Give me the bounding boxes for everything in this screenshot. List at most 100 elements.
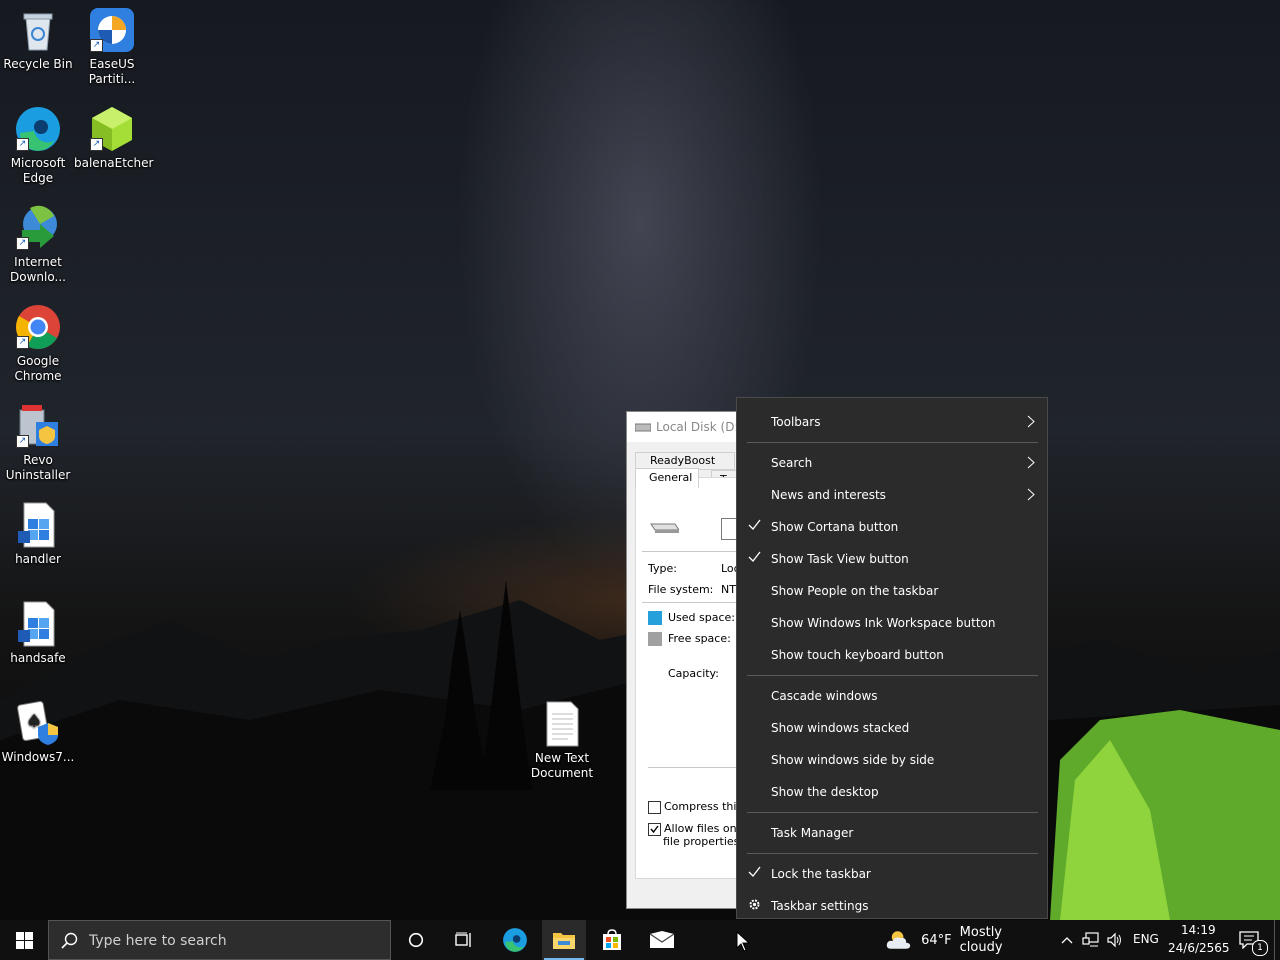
desktop-icon-handsafe[interactable]: handsafe <box>0 600 76 666</box>
desktop-icon-windows7-games[interactable]: ♠ Windows7... <box>0 699 76 765</box>
news-and-interests-widget[interactable]: 64°F Mostly cloudy <box>886 920 1046 960</box>
network-button[interactable] <box>1080 920 1102 960</box>
task-view-button[interactable] <box>442 920 486 960</box>
shortcut-arrow-icon: ↗ <box>16 138 29 151</box>
dialog-title: Local Disk (D:) P <box>656 420 739 434</box>
tab-general[interactable]: General <box>635 468 699 488</box>
recycle-bin-icon <box>14 6 62 54</box>
speaker-volume-icon <box>1107 932 1121 948</box>
chevron-up-icon <box>1061 937 1073 944</box>
desktop-icon-edge[interactable]: ↗ Microsoft Edge <box>0 105 76 186</box>
menu-item-show-windows-stacked[interactable]: Show windows stacked <box>737 712 1047 744</box>
desktop-icon-handler[interactable]: handler <box>0 501 76 567</box>
menu-item-lock-the-taskbar[interactable]: Lock the taskbar <box>737 858 1047 890</box>
compress-checkbox[interactable] <box>648 800 661 814</box>
divider <box>642 602 739 603</box>
menu-separator <box>747 675 1038 676</box>
menu-item-task-manager[interactable]: Task Manager <box>737 817 1047 849</box>
desktop-icon-chrome[interactable]: ↗ Google Chrome <box>0 303 76 384</box>
taskbar-edge-button[interactable] <box>493 920 537 960</box>
weather-partly-cloudy-icon <box>886 931 911 949</box>
menu-item-label: Show People on the taskbar <box>771 584 939 598</box>
edge-icon <box>503 928 527 952</box>
desktop-icon-label: Windows7... <box>1 750 75 764</box>
tab-label: ReadyBoost <box>650 454 716 467</box>
divider <box>642 551 739 552</box>
shortcut-arrow-icon: ↗ <box>16 237 29 250</box>
volume-button[interactable] <box>1104 920 1126 960</box>
shortcut-arrow-icon: ↗ <box>16 336 29 349</box>
menu-item-label: Lock the taskbar <box>771 867 871 881</box>
file-system-label: File system: <box>648 583 714 596</box>
weather-temperature: 64°F <box>921 932 952 948</box>
desktop-icon-revo-uninstaller[interactable]: ↗ Revo Uninstaller <box>0 402 76 483</box>
menu-item-label: Show windows side by side <box>771 753 935 767</box>
shortcut-arrow-icon: ↗ <box>16 435 29 448</box>
drive-properties-dialog[interactable]: Local Disk (D:) P ReadyBoost General Too… <box>626 411 740 909</box>
checkmark-icon <box>748 866 761 880</box>
taskbar-store-button[interactable] <box>590 920 634 960</box>
show-hidden-icons-button[interactable] <box>1057 920 1077 960</box>
desktop-icon-balenaetcher[interactable]: ↗ balenaEtcher <box>74 105 154 171</box>
network-ethernet-icon <box>1082 932 1099 947</box>
allow-indexing-checkbox-row[interactable]: Allow files on th <box>648 822 739 836</box>
type-label: Type: <box>648 562 677 575</box>
taskbar-file-explorer-button[interactable] <box>542 920 586 960</box>
desktop-icon-label: Revo Uninstaller <box>5 453 71 482</box>
free-space-row: Free space: <box>648 632 731 646</box>
mouse-cursor-icon <box>736 931 750 952</box>
menu-separator <box>747 812 1038 813</box>
desktop-icon-label: balenaEtcher <box>74 156 154 170</box>
desktop-icon-recycle-bin[interactable]: Recycle Bin <box>0 6 76 72</box>
desktop-icon-internet-download[interactable]: ↗ Internet Downlo... <box>0 204 76 285</box>
taskbar-context-menu[interactable]: Toolbars Search News and interests Show … <box>736 397 1048 919</box>
balenaetcher-icon: ↗ <box>88 105 136 153</box>
search-input[interactable] <box>87 930 381 952</box>
menu-item-show-cortana-button[interactable]: Show Cortana button <box>737 511 1047 543</box>
taskbar-search-box[interactable] <box>48 920 391 960</box>
internet-download-manager-icon: ↗ <box>14 204 62 252</box>
menu-item-label: Cascade windows <box>771 689 878 703</box>
desktop-icon-easeus[interactable]: ↗ EaseUS Partiti... <box>74 6 150 87</box>
desktop-icon-label: New Text Document <box>530 751 594 780</box>
menu-item-show-people[interactable]: Show People on the taskbar <box>737 575 1047 607</box>
desktop-icon-new-text-document[interactable]: New Text Document <box>524 700 600 781</box>
cortana-button[interactable] <box>394 920 438 960</box>
search-icon <box>61 932 78 949</box>
allow-indexing-label: Allow files on th <box>664 822 739 835</box>
clock-time: 14:19 <box>1181 923 1216 937</box>
batch-file-icon <box>14 501 62 549</box>
menu-item-label: Show the desktop <box>771 785 879 799</box>
menu-item-show-task-view-button[interactable]: Show Task View button <box>737 543 1047 575</box>
menu-item-toolbars[interactable]: Toolbars <box>737 406 1047 438</box>
show-desktop-button[interactable] <box>1274 920 1280 960</box>
menu-item-label: Show touch keyboard button <box>771 648 944 662</box>
taskbar[interactable]: 64°F Mostly cloudy ENG 14:19 24/6/2565 1 <box>0 920 1280 960</box>
text-document-icon <box>538 700 586 748</box>
tab-label: General <box>649 471 693 484</box>
menu-item-label: Search <box>771 456 813 470</box>
start-button[interactable] <box>0 920 48 960</box>
menu-item-show-the-desktop[interactable]: Show the desktop <box>737 776 1047 808</box>
revo-uninstaller-icon: ↗ <box>14 402 62 450</box>
menu-item-show-windows-ink[interactable]: Show Windows Ink Workspace button <box>737 607 1047 639</box>
action-center-button[interactable]: 1 <box>1232 920 1268 960</box>
menu-item-label: Task Manager <box>771 826 854 840</box>
menu-item-news-and-interests[interactable]: News and interests <box>737 479 1047 511</box>
store-icon <box>603 929 621 950</box>
menu-item-show-windows-side-by-side[interactable]: Show windows side by side <box>737 744 1047 776</box>
checkmark-icon <box>748 551 761 565</box>
easeus-icon: ↗ <box>88 6 136 54</box>
menu-item-search[interactable]: Search <box>737 447 1047 479</box>
clock[interactable]: 14:19 24/6/2565 <box>1164 920 1230 960</box>
desktop-icon-label: handler <box>15 552 61 566</box>
compress-checkbox-row[interactable]: Compress this d <box>648 800 739 814</box>
desktop-icon-label: handsafe <box>10 651 66 665</box>
dialog-titlebar[interactable]: Local Disk (D:) P <box>627 412 739 442</box>
allow-indexing-checkbox[interactable] <box>648 822 661 836</box>
menu-item-taskbar-settings[interactable]: Taskbar settings <box>737 890 1047 922</box>
menu-item-show-touch-keyboard[interactable]: Show touch keyboard button <box>737 639 1047 671</box>
menu-item-cascade-windows[interactable]: Cascade windows <box>737 680 1047 712</box>
input-language-indicator[interactable]: ENG <box>1133 932 1159 946</box>
taskbar-mail-button[interactable] <box>640 920 684 960</box>
